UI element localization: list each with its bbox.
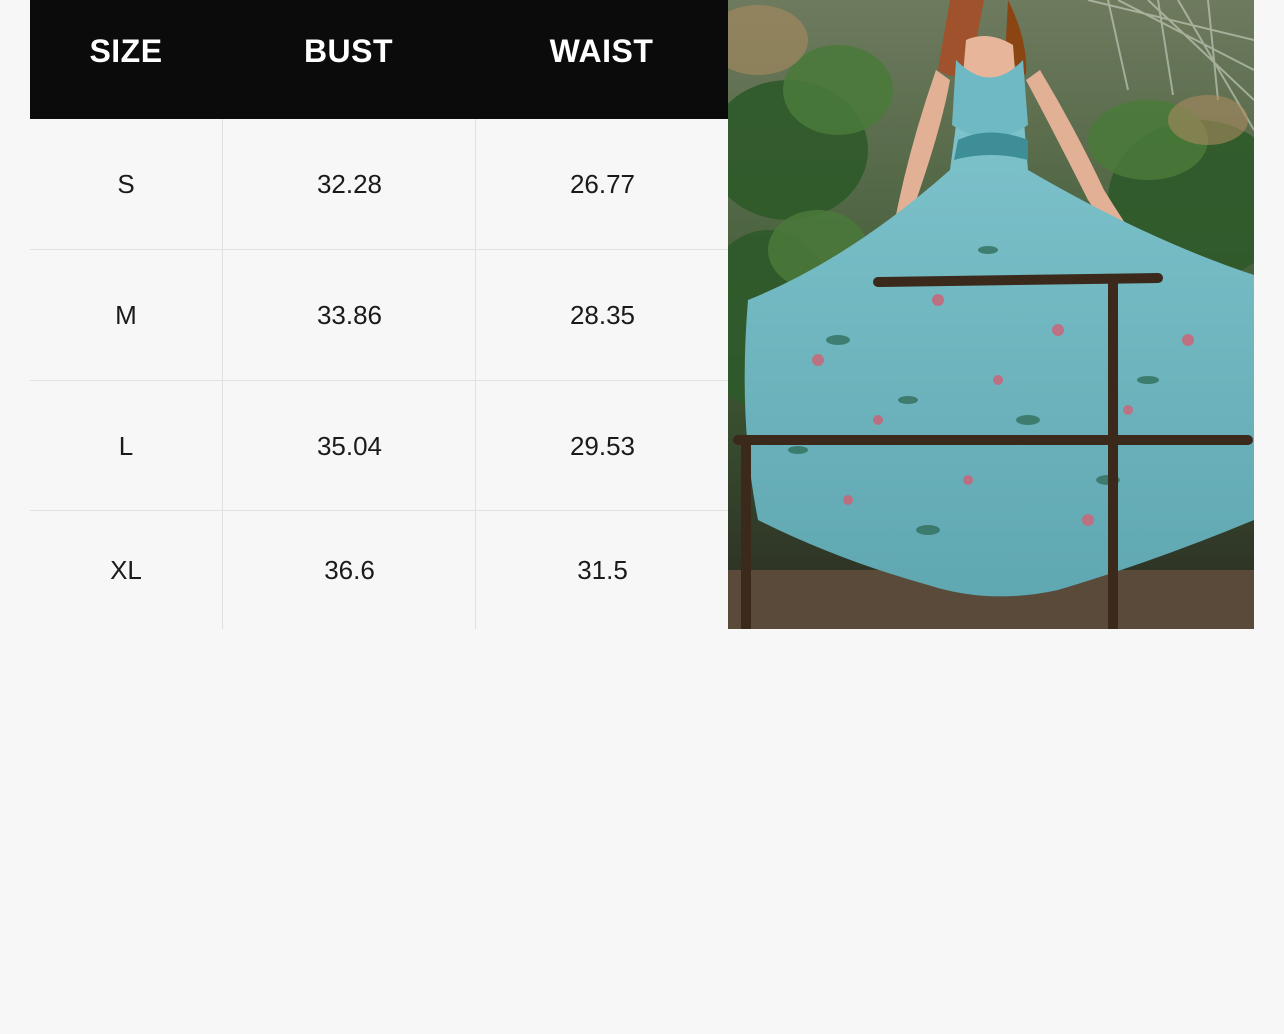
size-chart-header: SIZE BUST WAIST bbox=[30, 0, 728, 119]
table-row: XL 36.6 31.5 bbox=[30, 511, 728, 629]
table-row: S 32.28 26.77 bbox=[30, 119, 728, 250]
bust-cell: 33.86 bbox=[222, 250, 476, 381]
bust-cell: 32.28 bbox=[222, 119, 476, 250]
bust-cell: 35.04 bbox=[222, 381, 476, 512]
waist-cell: 29.53 bbox=[475, 381, 729, 512]
header-size: SIZE bbox=[89, 33, 163, 69]
waist-cell: 31.5 bbox=[475, 511, 729, 629]
size-cell: S bbox=[117, 169, 135, 199]
bust-cell: 36.6 bbox=[222, 511, 476, 629]
waist-cell: 28.35 bbox=[475, 250, 729, 381]
header-bust: BUST bbox=[303, 33, 394, 69]
model-dress-illustration bbox=[728, 0, 1254, 629]
size-chart-table: SIZE BUST WAIST S 32.28 26.77 M 33.86 28… bbox=[30, 0, 728, 629]
size-chart-body: S 32.28 26.77 M 33.86 28.35 L 35.04 29.5… bbox=[30, 119, 728, 629]
table-row: L 35.04 29.53 bbox=[30, 381, 728, 512]
size-cell: M bbox=[115, 300, 137, 330]
header-waist: WAIST bbox=[549, 33, 654, 69]
size-cell: L bbox=[118, 431, 134, 461]
table-row: M 33.86 28.35 bbox=[30, 250, 728, 381]
size-cell: XL bbox=[110, 554, 142, 585]
product-photo bbox=[728, 0, 1254, 629]
waist-cell: 26.77 bbox=[475, 119, 729, 250]
